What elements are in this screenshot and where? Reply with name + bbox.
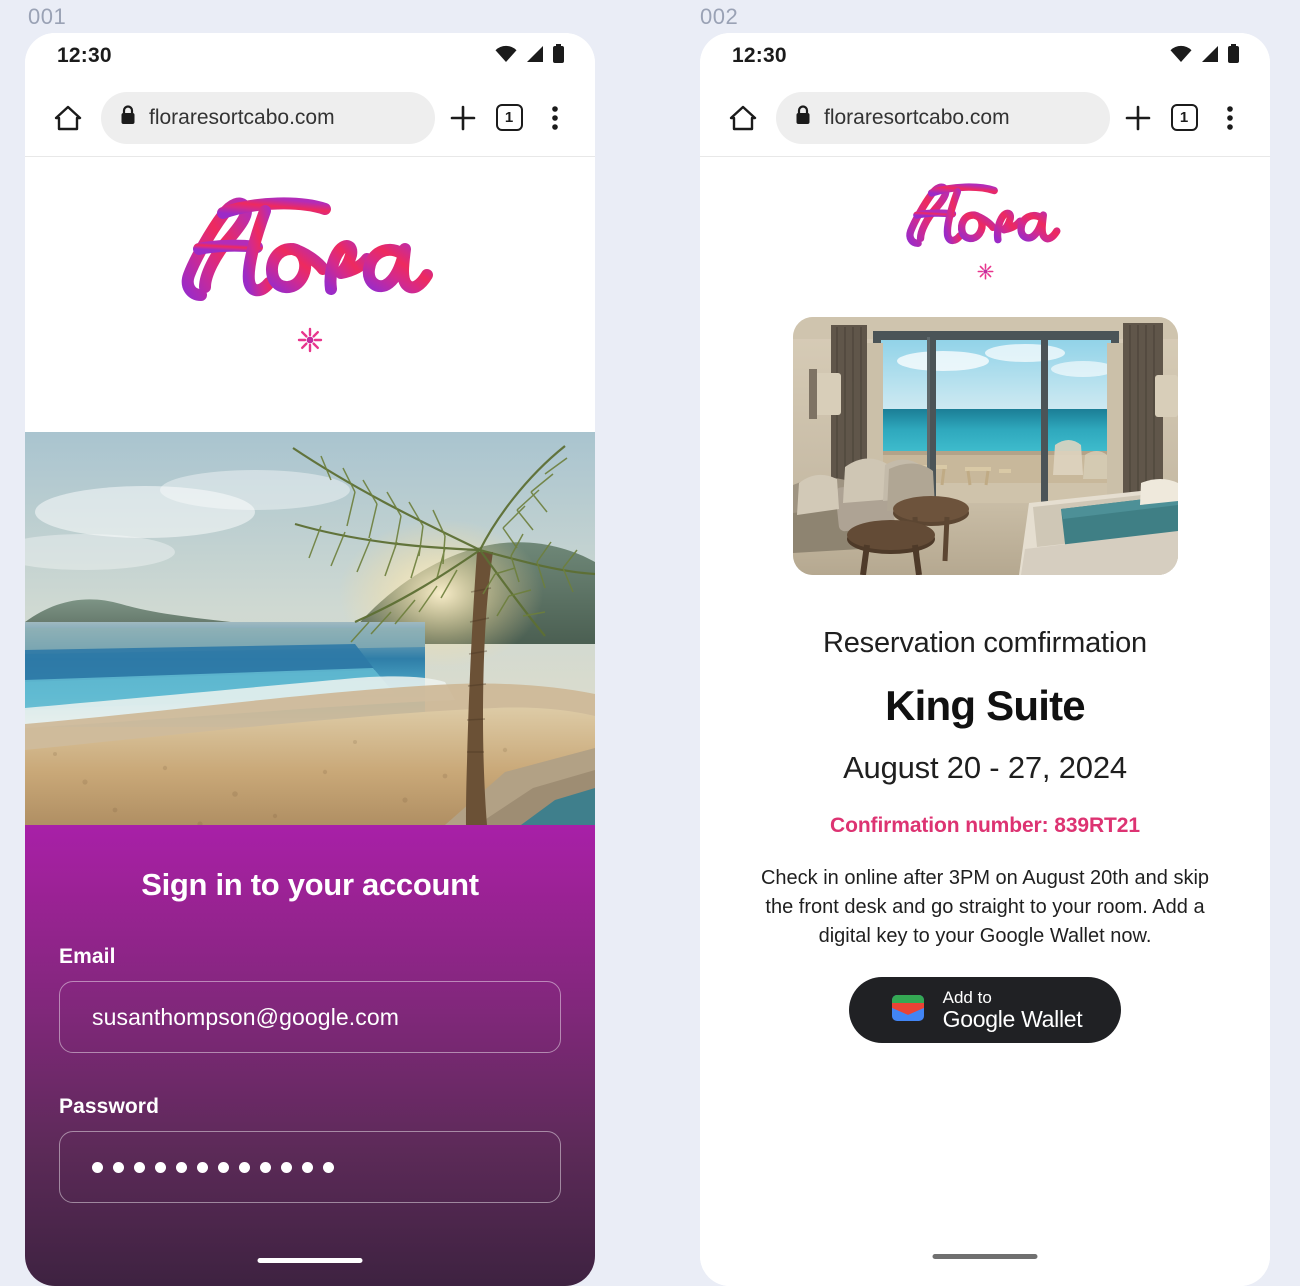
password-dot (197, 1161, 208, 1173)
signal-icon (525, 45, 545, 68)
password-field[interactable] (59, 1131, 561, 1203)
frame-label-001: 001 (28, 4, 67, 29)
browser-toolbar: floraresortcabo.com 1 (700, 79, 1270, 157)
password-dot (323, 1161, 334, 1173)
google-wallet-icon (888, 988, 928, 1033)
home-icon[interactable] (726, 101, 760, 135)
home-indicator (932, 1254, 1038, 1259)
reservation-dates: August 20 - 27, 2024 (843, 750, 1127, 785)
reservation-description: Check in online after 3PM on August 20th… (760, 867, 1210, 947)
flora-logo (896, 177, 1074, 280)
password-dot (155, 1161, 166, 1173)
lock-icon (794, 104, 812, 131)
email-field[interactable]: susanthompson@google.com (59, 981, 561, 1053)
password-dot (281, 1161, 292, 1173)
status-bar: 12:30 (25, 33, 595, 79)
password-dot (302, 1161, 313, 1173)
flora-logo (165, 187, 455, 353)
beach-hero-image (25, 432, 595, 825)
plus-icon[interactable] (1120, 100, 1156, 136)
password-label: Password (59, 1095, 160, 1118)
frame-label-002: 002 (700, 4, 739, 29)
flora-wordmark (181, 197, 433, 301)
overflow-menu-icon[interactable] (537, 100, 573, 136)
password-masked-value (92, 1161, 334, 1173)
wallet-line1: Add to (942, 988, 992, 1007)
battery-icon (552, 43, 565, 69)
reservation-subtitle: Reservation comfirmation (823, 627, 1147, 659)
asterisk-flower-icon (297, 327, 323, 353)
password-dot (176, 1161, 187, 1173)
flora-wordmark (906, 183, 1061, 248)
wifi-icon (494, 45, 518, 68)
password-dot (92, 1161, 103, 1173)
password-dot (134, 1161, 145, 1173)
email-label: Email (59, 945, 116, 968)
url-bar[interactable]: floraresortcabo.com (776, 91, 1110, 144)
status-bar: 12:30 (700, 33, 1270, 79)
asterisk-flower-icon (977, 263, 993, 280)
wallet-button-labels: Add to Google Wallet (943, 989, 1083, 1031)
status-icons (494, 43, 565, 69)
status-time: 12:30 (732, 44, 787, 67)
tab-count: 1 (1170, 104, 1198, 131)
signin-panel: Sign in to your account Email susanthomp… (25, 825, 595, 1286)
url-text: floraresortcabo.com (824, 105, 1010, 129)
add-to-google-wallet-button[interactable]: Add to Google Wallet (849, 977, 1121, 1043)
tab-switcher-icon[interactable]: 1 (491, 100, 527, 136)
status-time: 12:30 (57, 44, 112, 67)
tab-switcher-icon[interactable]: 1 (1166, 100, 1202, 136)
room-image (792, 317, 1178, 575)
confirmation-number: Confirmation number: 839RT21 (830, 814, 1140, 837)
overflow-menu-icon[interactable] (1212, 100, 1248, 136)
tab-count: 1 (495, 104, 523, 131)
wifi-icon (1169, 45, 1193, 68)
url-text: floraresortcabo.com (149, 105, 335, 129)
home-icon[interactable] (51, 101, 85, 135)
battery-icon (1227, 43, 1240, 69)
password-dot (239, 1161, 250, 1173)
brand-logo-section (740, 157, 1230, 307)
plus-icon[interactable] (445, 100, 481, 136)
wallet-line2: Google Wallet (942, 1005, 1083, 1032)
phone-screen-signin: 12:30 floraresortcabo.com 1 Sign in to y… (25, 33, 595, 1286)
email-value: susanthompson@google.com (92, 1003, 400, 1030)
signal-icon (1200, 45, 1220, 68)
home-indicator (257, 1258, 363, 1263)
reservation-content: Reservation comfirmation King Suite Augu… (700, 157, 1270, 1286)
url-bar[interactable]: floraresortcabo.com (101, 91, 435, 144)
status-icons (1169, 43, 1240, 69)
lock-icon (119, 104, 137, 131)
room-name: King Suite (885, 682, 1085, 729)
signin-heading: Sign in to your account (141, 867, 479, 902)
password-dot (260, 1161, 271, 1173)
brand-logo-section (25, 157, 595, 432)
password-dot (113, 1161, 124, 1173)
browser-toolbar: floraresortcabo.com 1 (25, 79, 595, 157)
phone-screen-reservation: 12:30 floraresortcabo.com 1 Reservation … (700, 33, 1270, 1286)
password-dot (218, 1161, 229, 1173)
